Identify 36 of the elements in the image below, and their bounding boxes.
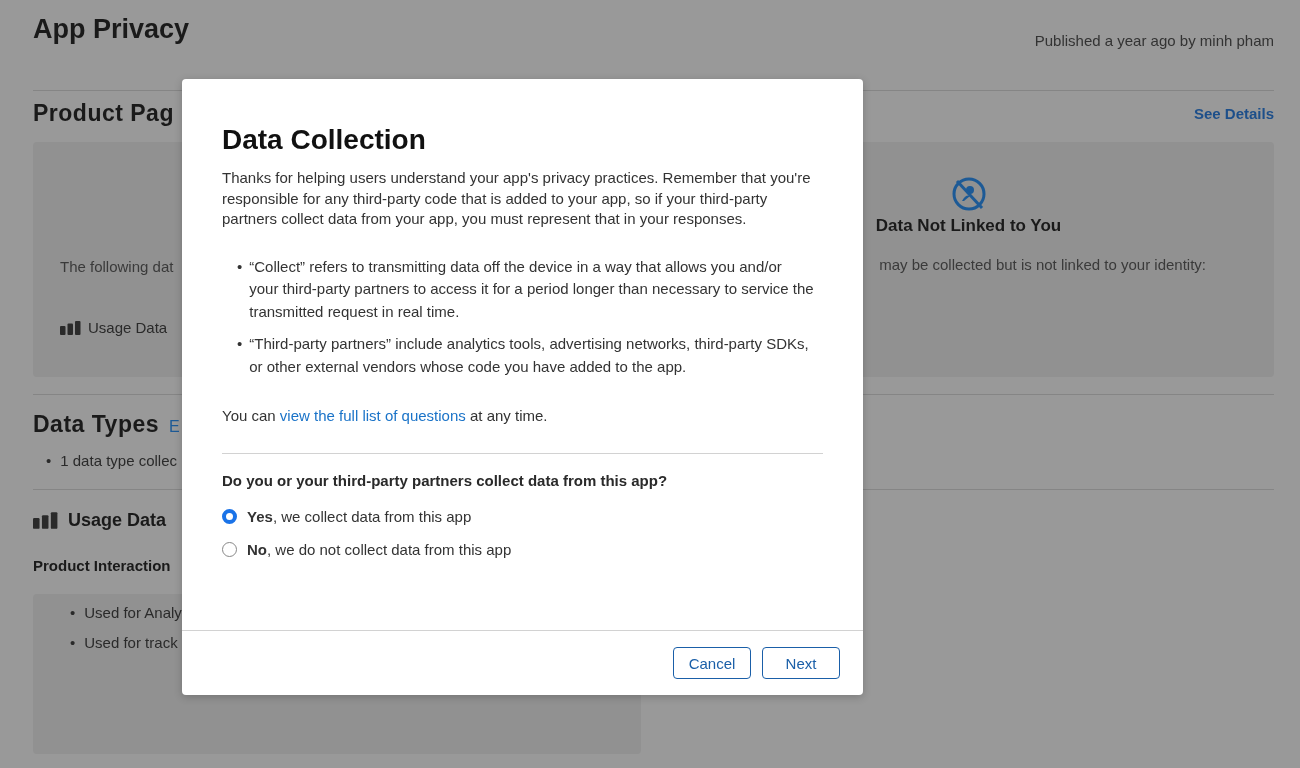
note-text: You can view the full list of questions at any time.	[222, 406, 549, 426]
section-heading: Data Types	[33, 411, 159, 438]
bullet-marker: •	[237, 334, 243, 354]
question-text: Do you or your third-party partners collect data from this app?	[222, 470, 669, 491]
person-slash-icon	[950, 176, 987, 212]
section-heading: Usage Data	[68, 510, 167, 531]
subheading: Product Interaction	[33, 557, 172, 574]
radio-button[interactable]	[222, 509, 237, 524]
dialog-button[interactable]: Cancel	[673, 647, 751, 679]
bullet-marker: •	[70, 634, 76, 651]
card-title: Data Not Linked to You	[875, 216, 1062, 236]
card-text: The following dat	[60, 258, 174, 275]
intro-paragraph: Thanks for helping users understand your app's privacy practices. Remember that you're responsible for any third-party code that is added to your app, so if your third-party partners collect data from your app, you must represent that in your responses.	[222, 168, 812, 229]
bullet-text: “Collect” refers to transmitting data off the device in a way that allows you and/or your third-party partners to access it for a period longer than necessary to service the transmitted request in real time.	[249, 256, 815, 322]
page-title: App Privacy	[33, 14, 190, 45]
bar-chart-icon	[33, 512, 58, 529]
edit-link[interactable]: E	[169, 418, 180, 436]
radio-button[interactable]	[222, 542, 237, 557]
published-info: Published a year ago by minh pham	[1034, 32, 1274, 49]
option-label: Yes, we collect data from this app	[247, 508, 472, 525]
dialog-title: Data Collection	[222, 124, 427, 156]
data-type-label: Usage Data	[88, 319, 168, 336]
bullet-marker: •	[237, 256, 243, 277]
bullet-text: “Third-party partners” include analytics tools, advertising networks, third-party SDKs, or other external vendors whose code you have added to the app.	[249, 334, 810, 377]
card-text: may be collected but is not linked to your identity:	[879, 256, 1207, 273]
questions-link[interactable]: view the full list of questions	[279, 407, 466, 424]
bullet-marker: •	[70, 604, 76, 621]
bar-chart-icon	[60, 320, 81, 335]
bullet-text: 1 data type collec	[60, 452, 177, 469]
option-label: No, we do not collect data from this app	[247, 541, 512, 558]
bullet-marker: •	[46, 452, 52, 469]
section-heading: Product Pag	[33, 99, 174, 127]
dialog-button[interactable]: Next	[762, 647, 840, 679]
bullet-text: Used for Analy	[84, 604, 182, 621]
bullet-text: Used for track	[84, 634, 178, 651]
see-details-link[interactable]: See Details	[1193, 104, 1274, 122]
